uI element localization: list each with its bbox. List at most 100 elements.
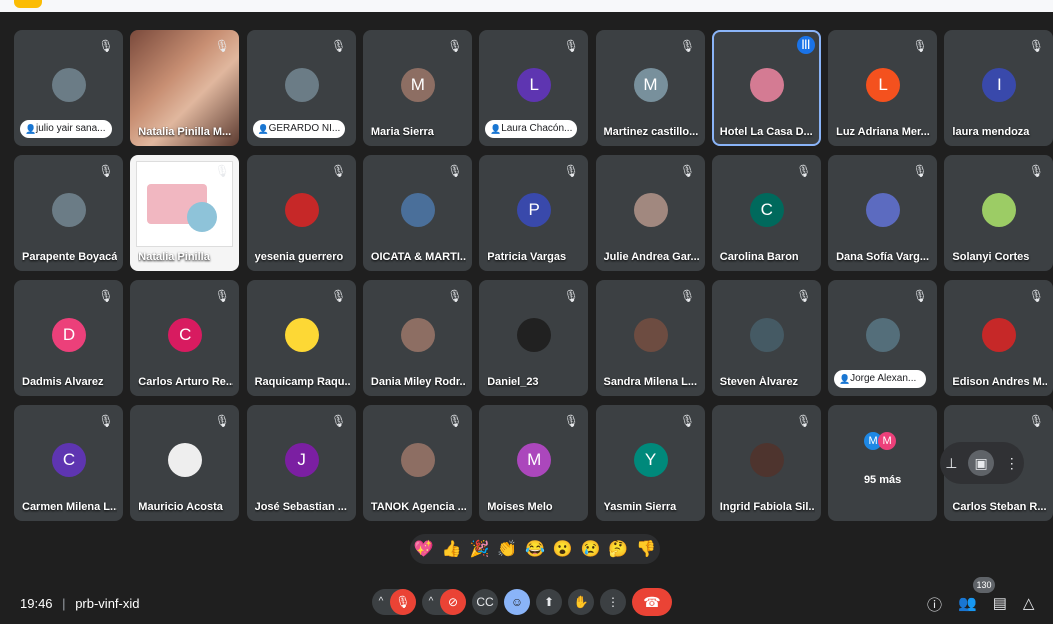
participant-tile[interactable]: 🎙 Parapente Boyacá [14, 155, 123, 271]
mic-muted-icon: 🎙 [98, 164, 114, 178]
info-icon[interactable]: ⓘ [927, 594, 942, 615]
participant-name: Sandra Milena L... [603, 376, 698, 388]
participant-tile[interactable]: 🎙 Dania Miley Rodr... [362, 280, 472, 396]
participant-tile[interactable]: 🎙 TANOK Agencia ... [362, 405, 472, 521]
chat-icon[interactable]: ▤ [993, 594, 1007, 615]
bottom-toolbar: 19:46 | prb-vinf-xid ^ 🎙 ^ ⊘ CC ☺ ⬆ ✋ ⋮ … [0, 577, 1053, 624]
participant-tile[interactable]: 🎙 M Moises Melo [479, 405, 589, 521]
participant-tile[interactable]: 🎙 C Carlos Arturo Re... [130, 280, 240, 396]
avatar: Y [633, 443, 668, 477]
mic-muted-icon: 🎙 [796, 289, 812, 303]
participant-name-pill: 👤 Laura Chacón... [485, 120, 578, 138]
participant-tile[interactable]: 🎙 Natalia Pinilla M... [130, 30, 240, 146]
more-participants-avatars: MM [864, 431, 897, 450]
reaction-emoji-button[interactable]: 🎉 [469, 539, 489, 559]
avatar: L [866, 68, 901, 102]
participant-tile[interactable]: 🎙 Y Yasmin Sierra [595, 405, 705, 521]
participant-tile[interactable]: M M 95 más [828, 405, 938, 521]
participant-tile[interactable]: 🎙 Natalia Pinilla [130, 155, 240, 271]
participant-tile[interactable]: 🎙 Ingrid Fabiola Sil... [711, 405, 821, 521]
participant-tile[interactable]: 🎙 L 👤 Laura Chacón... [479, 30, 589, 146]
mic-muted-icon: 🎙 [447, 289, 463, 303]
avatar [633, 318, 668, 352]
person-icon: 👤 [25, 124, 37, 134]
participant-tile[interactable]: 🎙 OICATA & MARTI... [362, 155, 472, 271]
reaction-emoji-button[interactable]: 😢 [581, 539, 601, 559]
participant-tile[interactable]: 🎙 M Martinez castillo... [595, 30, 705, 146]
participant-name: Yasmin Sierra [603, 501, 677, 513]
participant-tile[interactable]: 🎙 Daniel_23 [479, 280, 589, 396]
edit-tile-icon[interactable]: ▣ [968, 450, 995, 476]
participant-tile[interactable]: 🎙 👤 julio yair sana... [14, 30, 123, 146]
mic-muted-icon: 🎙 [98, 289, 114, 303]
participant-tile[interactable]: 🎙 Julie Andrea Gar... [595, 155, 705, 271]
participant-name: Carolina Baron [719, 251, 799, 263]
participant-tile[interactable]: ||| Hotel La Casa D... [711, 30, 821, 146]
participant-name-pill: 👤 GERARDO NI... [252, 120, 345, 138]
reaction-emoji-button[interactable]: 🤔 [608, 539, 628, 559]
participant-tile[interactable]: 🎙 Mauricio Acosta [130, 405, 240, 521]
meeting-time: 19:46 [20, 596, 53, 611]
participant-tile[interactable]: 🎙 M Maria Sierra [362, 30, 472, 146]
participant-name: TANOK Agencia ... [370, 501, 466, 513]
mic-muted-icon: 🎙 [912, 39, 928, 53]
more-options-icon[interactable]: ⋮ [600, 589, 626, 615]
participant-tile[interactable]: 🎙 Edison Andres M... [944, 280, 1053, 396]
people-count-badge: 130 [973, 577, 995, 593]
emoji-icon[interactable]: ☺ [504, 589, 530, 615]
more-options-icon[interactable]: ⋮ [1005, 455, 1019, 472]
participant-tile[interactable]: 🎙 Ilaura mendoza [944, 30, 1053, 146]
participant-name: GERARDO NI... [268, 123, 341, 134]
camera-off-icon[interactable]: ⊘ [440, 589, 466, 615]
camera-options-chevron-icon[interactable]: ^ [422, 589, 440, 615]
mic-muted-icon: 🎙 [679, 414, 696, 428]
mic-muted-icon: 🎙 [912, 289, 928, 303]
reaction-emoji-button[interactable]: 💖 [414, 539, 434, 559]
tile-hover-menu[interactable]: ⊥ ▣ ⋮ [940, 442, 1024, 484]
participant-tile[interactable]: 🎙 Sandra Milena L... [595, 280, 705, 396]
reaction-emoji-button[interactable]: 👏 [497, 539, 517, 559]
participant-name: Laura Chacón... [501, 123, 573, 134]
participant-name: Dana Sofía Varg... [836, 251, 930, 263]
avatar [749, 68, 784, 102]
participant-tile[interactable]: 🎙 Solanyi Cortes [944, 155, 1053, 271]
participant-tile[interactable]: 🎙 C Carolina Baron [711, 155, 821, 271]
avatar [284, 318, 319, 352]
captions-icon[interactable]: CC [472, 589, 498, 615]
reaction-emoji-button[interactable]: 👎 [636, 539, 656, 559]
participant-tile[interactable]: 🎙 C Carmen Milena L... [14, 405, 123, 521]
participant-tile[interactable]: 🎙 👤 Jorge Alexan... [828, 280, 938, 396]
participant-tile[interactable]: 🎙 👤 GERARDO NI... [246, 30, 356, 146]
participant-tile[interactable]: 🎙 Raquicamp Raqu... [246, 280, 356, 396]
participant-tile[interactable]: 🎙 D Dadmis Alvarez [14, 280, 123, 396]
participant-name: Daniel_23 [487, 376, 539, 388]
mic-off-icon[interactable]: 🎙 [390, 589, 416, 615]
reaction-emoji-button[interactable]: 😂 [525, 539, 545, 559]
participant-tile[interactable]: 🎙 Dana Sofía Varg... [828, 155, 938, 271]
leave-call-button[interactable]: ☎ [632, 588, 672, 616]
participant-tile[interactable]: 🎙 L Luz Adriana Mer... [828, 30, 938, 146]
mic-muted-icon: 🎙 [679, 164, 696, 178]
reaction-emoji-button[interactable]: 👍 [442, 539, 462, 559]
participant-tile[interactable]: 🎙 J José Sebastian ... [246, 405, 356, 521]
mic-muted-icon: 🎙 [98, 414, 114, 428]
participant-tile[interactable]: 🎙 P Patricia Vargas [479, 155, 589, 271]
participant-name: Patricia Vargas [487, 251, 567, 263]
participant-name: Carlos Steban R... [952, 501, 1047, 513]
participant-tile[interactable]: 🎙 yesenia guerrero [246, 155, 356, 271]
activities-icon[interactable]: △ [1023, 594, 1035, 615]
reactions-bar: 💖 👍 🎉 👏 😂 😮 😢 🤔 👎 [410, 534, 660, 564]
people-icon[interactable]: 👥 [958, 594, 977, 615]
pin-icon[interactable]: ⊥ [945, 455, 957, 472]
mic-options-chevron-icon[interactable]: ^ [372, 589, 390, 615]
person-icon: 👤 [839, 374, 851, 384]
mic-muted-icon: 🎙 [796, 164, 812, 178]
raise-hand-icon[interactable]: ✋ [568, 589, 594, 615]
present-icon[interactable]: ⬆ [536, 589, 562, 615]
participant-name: julio yair sana... [36, 123, 106, 134]
more-participants-label: 95 más [863, 474, 902, 486]
participant-tile[interactable]: 🎙 Steven Álvarez [711, 280, 821, 396]
avatar: D [52, 318, 86, 352]
reaction-emoji-button[interactable]: 😮 [553, 539, 573, 559]
avatar: C [52, 443, 86, 477]
